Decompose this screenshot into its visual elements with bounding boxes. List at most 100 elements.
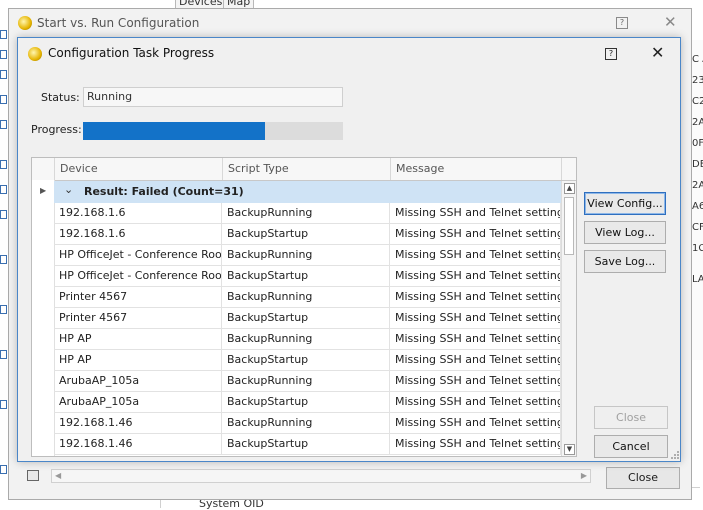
script-type-cell: BackupRunning xyxy=(222,245,390,265)
close-button[interactable]: Close xyxy=(606,467,680,489)
table-row[interactable]: Printer 4567 BackupRunning Missing SSH and… xyxy=(54,287,561,308)
horizontal-scrollbar[interactable]: ◀ ▶ xyxy=(51,469,591,483)
toolbar-icon xyxy=(0,185,7,194)
close-icon[interactable]: ✕ xyxy=(651,43,664,62)
grid-cell: DE xyxy=(692,159,703,170)
grid-cell: 2A xyxy=(692,117,703,128)
app-icon xyxy=(28,47,42,61)
grid-cell: C A xyxy=(692,54,703,65)
app-icon xyxy=(18,16,32,30)
close-icon[interactable]: ✕ xyxy=(664,13,677,31)
message-cell: Missing SSH and Telnet settings xyxy=(390,329,561,349)
device-cell: ArubaAP_105a xyxy=(54,392,222,412)
scroll-down-icon[interactable]: ▼ xyxy=(564,444,575,455)
row-indicator-column xyxy=(32,180,55,456)
cancel-button[interactable]: Cancel xyxy=(594,435,668,458)
script-type-cell: BackupStartup xyxy=(222,350,390,370)
device-cell: HP OfficeJet - Conference Room xyxy=(54,245,222,265)
toolbar-icon xyxy=(0,255,7,264)
device-cell: Printer 4567 xyxy=(54,287,222,307)
close-button[interactable]: Close xyxy=(594,406,668,429)
configuration-task-progress-dialog: Configuration Task Progress ? ✕ Status: … xyxy=(17,37,681,462)
scroll-thumb[interactable] xyxy=(564,197,574,255)
script-type-cell: BackupStartup xyxy=(222,224,390,244)
resize-grip-icon[interactable] xyxy=(670,450,680,460)
message-cell: Missing SSH and Telnet settings xyxy=(390,287,561,307)
device-cell: ArubaAP_105a xyxy=(54,371,222,391)
message-cell: Missing SSH and Telnet settings xyxy=(390,266,561,286)
device-cell: Printer 4567 xyxy=(54,308,222,328)
chevron-down-icon[interactable]: ⌄ xyxy=(64,183,73,196)
toolbar-icon xyxy=(0,95,7,104)
column-header-device[interactable]: Device xyxy=(54,158,222,180)
header-spacer xyxy=(561,158,576,180)
help-icon[interactable]: ? xyxy=(616,17,628,29)
table-row[interactable]: HP OfficeJet - Conference Room BackupStar… xyxy=(54,266,561,287)
device-cell: HP AP xyxy=(54,329,222,349)
view-config-button[interactable]: View Config... xyxy=(584,192,666,215)
device-cell: HP AP xyxy=(54,350,222,370)
message-cell: Missing SSH and Telnet settings xyxy=(390,245,561,265)
grid-cell: 23 xyxy=(692,75,703,86)
script-type-cell: BackupStartup xyxy=(222,266,390,286)
row-expander-icon[interactable]: ▶ xyxy=(40,186,46,195)
script-type-cell: BackupStartup xyxy=(222,308,390,328)
script-type-cell: BackupRunning xyxy=(222,203,390,223)
toolbar-icon xyxy=(0,50,7,59)
table-row[interactable]: HP AP BackupRunning Missing SSH and Telnet… xyxy=(54,329,561,350)
table-row[interactable]: Printer 4567 BackupStartup Missing SSH and… xyxy=(54,308,561,329)
vertical-scrollbar[interactable]: ▲ ▼ xyxy=(561,181,576,456)
toolbar-icon xyxy=(0,350,7,359)
background-toolbar-icons xyxy=(0,0,8,480)
results-grid: Device Script Type Message ▶ ⌄ Result: F… xyxy=(31,157,577,457)
message-cell: Missing SSH and Telnet settings xyxy=(390,224,561,244)
grid-cell: 1C xyxy=(692,243,703,254)
save-log-button[interactable]: Save Log... xyxy=(584,250,666,273)
scroll-up-icon[interactable]: ▲ xyxy=(564,183,575,194)
table-row[interactable]: 192.168.1.46 BackupStartup Missing SSH and… xyxy=(54,434,561,455)
progress-bar xyxy=(83,122,343,140)
toolbar-icon xyxy=(0,210,7,219)
grid-cell: C2 xyxy=(692,96,703,107)
message-cell: Missing SSH and Telnet settings xyxy=(390,413,561,433)
message-cell: Missing SSH and Telnet settings xyxy=(390,203,561,223)
grid-cell: 2A xyxy=(692,180,703,191)
table-row[interactable]: ArubaAP_105a BackupStartup Missing SSH and… xyxy=(54,392,561,413)
device-cell: 192.168.1.6 xyxy=(54,224,222,244)
table-row[interactable]: HP AP BackupStartup Missing SSH and Telnet… xyxy=(54,350,561,371)
grid-cell: CF xyxy=(692,222,703,233)
window-title: Start vs. Run Configuration xyxy=(37,16,200,30)
status-label: Status: xyxy=(41,91,80,104)
table-row[interactable]: 192.168.1.6 BackupRunning Missing SSH and … xyxy=(54,203,561,224)
table-row[interactable]: HP OfficeJet - Conference Room BackupRunn… xyxy=(54,245,561,266)
progress-fill xyxy=(83,122,265,140)
column-header-script-type[interactable]: Script Type xyxy=(222,158,390,180)
grid-cell: 0F xyxy=(692,138,703,149)
status-field: Running xyxy=(83,87,343,107)
table-row[interactable]: 192.168.1.6 BackupStartup Missing SSH and … xyxy=(54,224,561,245)
device-cell: 192.168.1.46 xyxy=(54,413,222,433)
scroll-right-icon[interactable]: ▶ xyxy=(581,471,587,480)
grid-cell: A6 xyxy=(692,201,703,212)
group-label: Result: Failed (Count=31) xyxy=(84,185,244,198)
column-header-message[interactable]: Message xyxy=(390,158,561,180)
help-icon[interactable]: ? xyxy=(605,48,617,60)
printer-icon[interactable] xyxy=(27,470,39,481)
table-row[interactable]: ArubaAP_105a BackupRunning Missing SSH and… xyxy=(54,371,561,392)
message-cell: Missing SSH and Telnet settings xyxy=(390,434,561,454)
group-row-failed[interactable]: ⌄ Result: Failed (Count=31) xyxy=(54,181,561,203)
toolbar-icon xyxy=(0,120,7,129)
toolbar-icon xyxy=(0,160,7,169)
toolbar-icon xyxy=(0,305,7,314)
table-row[interactable]: 192.168.1.46 BackupRunning Missing SSH and… xyxy=(54,413,561,434)
message-cell: Missing SSH and Telnet settings xyxy=(390,371,561,391)
message-cell: Missing SSH and Telnet settings xyxy=(390,308,561,328)
scroll-left-icon[interactable]: ◀ xyxy=(55,471,61,480)
message-cell: Missing SSH and Telnet settings xyxy=(390,392,561,412)
progress-label: Progress: xyxy=(31,123,82,136)
toolbar-icon xyxy=(0,465,7,474)
grid-cell: LA xyxy=(692,274,703,285)
message-cell: Missing SSH and Telnet settings xyxy=(390,350,561,370)
script-type-cell: BackupStartup xyxy=(222,392,390,412)
view-log-button[interactable]: View Log... xyxy=(584,221,666,244)
